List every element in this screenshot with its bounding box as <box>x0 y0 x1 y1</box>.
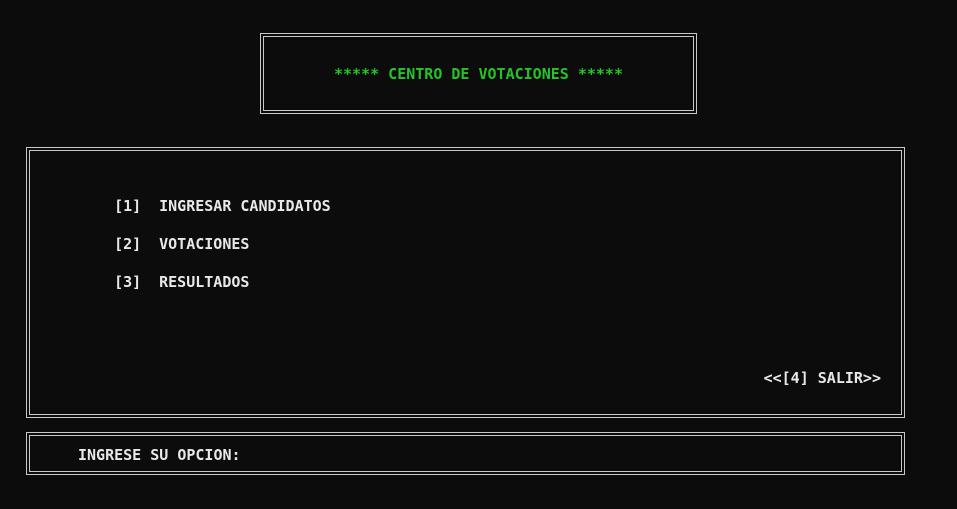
prompt-box: INGRESE SU OPCION: <box>26 432 905 475</box>
menu-item-salir[interactable]: <<[4] SALIR>> <box>764 369 881 387</box>
menu-item-resultados[interactable]: [3] RESULTADOS <box>78 255 249 309</box>
menu-item-key: [3] <box>114 273 142 291</box>
menu-item-key: [2] <box>114 235 142 253</box>
menu-item-label: RESULTADOS <box>159 273 250 291</box>
app-title: ***** CENTRO DE VOTACIONES ***** <box>334 65 623 83</box>
prompt-label: INGRESE SU OPCION: <box>78 446 241 464</box>
menu-item-label: INGRESAR CANDIDATOS <box>159 197 331 215</box>
menu-item-key: [1] <box>114 197 142 215</box>
menu-item-label: VOTACIONES <box>159 235 250 253</box>
menu-box: [1] INGRESAR CANDIDATOS [2] VOTACIONES [3]… <box>26 147 905 418</box>
option-input[interactable] <box>260 442 560 464</box>
title-box: ***** CENTRO DE VOTACIONES ***** <box>260 33 697 114</box>
